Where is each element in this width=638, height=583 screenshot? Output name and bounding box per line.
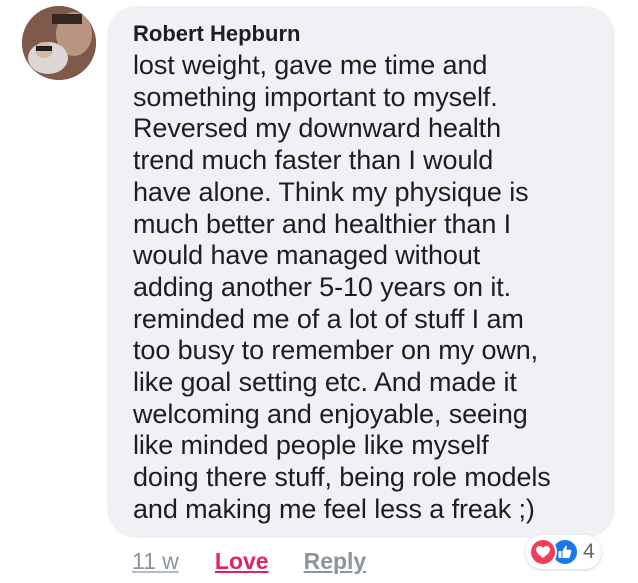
comment-timestamp[interactable]: 11 w xyxy=(132,548,179,575)
comment-text-line: Reversed my downward health xyxy=(133,113,501,144)
comment-text-line: like goal setting etc. And made it xyxy=(133,367,517,398)
comment-text-line: and making me feel less a freak ;) xyxy=(133,493,535,524)
reaction-count: 4 xyxy=(583,540,595,563)
comment-text-line: welcoming and enjoyable, seeing xyxy=(133,398,528,429)
comment-actions: 11 w Love Reply xyxy=(132,546,366,576)
comment-text-line: much better and healthier than I xyxy=(133,208,512,239)
comment-text: lost weight, gave me time and something … xyxy=(133,50,601,526)
comment-text-line: like minded people like myself xyxy=(133,430,489,461)
avatar-photo xyxy=(22,6,96,80)
love-button[interactable]: Love xyxy=(215,548,269,575)
avatar[interactable] xyxy=(22,6,96,80)
comment-text-line: adding another 5-10 years on it. xyxy=(133,271,512,302)
reply-button[interactable]: Reply xyxy=(304,548,367,575)
comment-text-line: doing there stuff, being role models xyxy=(133,462,551,493)
comment-text-line: have alone. Think my physique is xyxy=(133,176,529,207)
comment-author[interactable]: Robert Hepburn xyxy=(133,20,601,48)
comment-text-line: lost weight, gave me time and xyxy=(133,50,488,80)
comment-text-line: would have managed without xyxy=(133,240,481,271)
comment: Robert Hepburn lost weight, gave me time… xyxy=(0,0,638,583)
reactions-summary[interactable]: 4 xyxy=(526,535,601,569)
comment-bubble: Robert Hepburn lost weight, gave me time… xyxy=(107,6,615,538)
comment-text-line: trend much faster than I would xyxy=(133,145,494,176)
heart-icon xyxy=(529,538,557,566)
comment-text-line: reminded me of a lot of stuff I am xyxy=(133,303,524,334)
comment-text-line: too busy to remember on my own, xyxy=(133,335,539,366)
comment-text-line: something important to myself. xyxy=(133,81,498,112)
